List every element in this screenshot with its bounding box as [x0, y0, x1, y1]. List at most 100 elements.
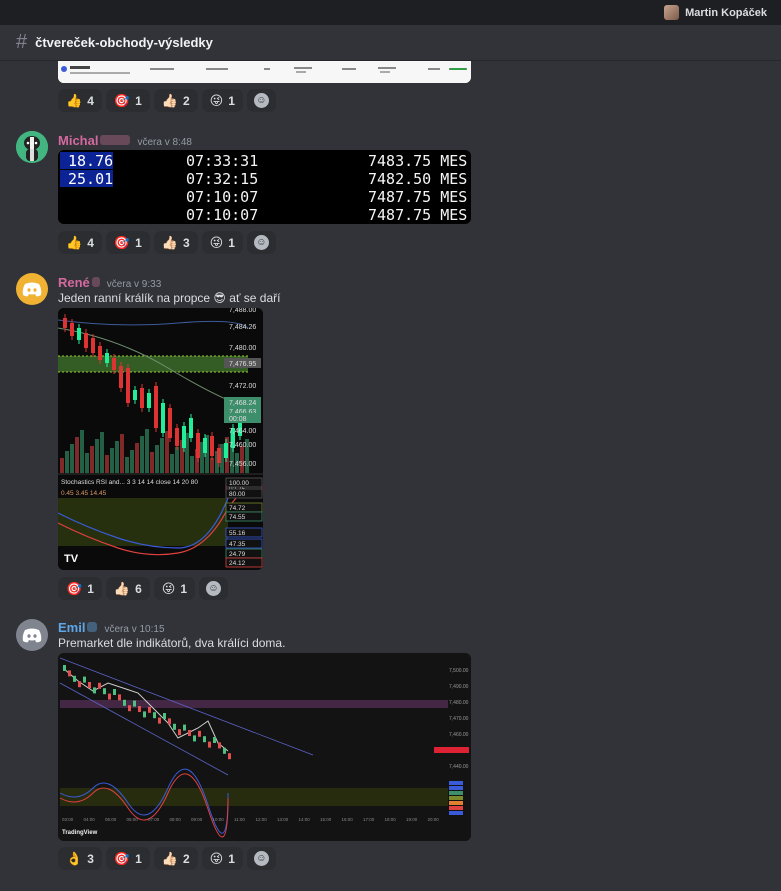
- reaction-target[interactable]: 🎯 1: [105, 231, 150, 254]
- reaction-thumbs-up[interactable]: 👍 4: [58, 231, 102, 254]
- time-tick-label: 18:00: [385, 817, 397, 822]
- candle: [140, 388, 144, 408]
- reaction-target[interactable]: 🎯 1: [105, 89, 150, 112]
- reaction-count: 1: [135, 93, 142, 108]
- candle: [93, 687, 96, 694]
- time-tick-label: 15:00: [320, 817, 332, 822]
- reaction-thumbs-up-light[interactable]: 👍🏻 2: [153, 847, 198, 870]
- channel-header: # čtvereček-obchody-výsledky: [0, 25, 781, 61]
- candle: [103, 688, 106, 695]
- add-reaction-icon: ☺: [206, 581, 221, 596]
- add-reaction-button[interactable]: ☺: [199, 577, 228, 600]
- table-row: 07:10:07 7487.75 MES :: [58, 205, 471, 224]
- message-header: Michal včera v 8:48: [58, 133, 192, 148]
- winking-tongue-icon: 😜: [209, 851, 224, 866]
- volume-bar: [75, 437, 79, 473]
- redacted-name: [100, 135, 131, 145]
- indicator-label: Stochastics RSI and... 3 3 14 14 close 1…: [61, 479, 198, 486]
- time-tick-label: 14:00: [299, 817, 311, 822]
- candle: [168, 718, 171, 725]
- redacted-name: [91, 277, 100, 287]
- top-bar: Martin Kopáček: [0, 0, 781, 25]
- candle: [63, 665, 66, 671]
- reaction-thumbs-up-light[interactable]: 👍🏻 2: [153, 89, 198, 112]
- message-timestamp: včera v 10:15: [104, 624, 165, 635]
- highlight-cell: 18.76: [60, 152, 113, 170]
- badger-avatar-icon: [16, 131, 48, 163]
- add-reaction-icon: ☺: [253, 851, 269, 866]
- reaction-winking-tongue[interactable]: 😜 1: [201, 89, 243, 112]
- indicator-tick-label: 24.12: [229, 560, 246, 567]
- reaction-thumbs-up-light[interactable]: 👍🏻 6: [105, 577, 150, 600]
- reactions-bar: 👌 3 🎯 1 👍🏻 2 😜 1 ☺: [58, 847, 276, 870]
- current-user[interactable]: Martin Kopáček: [664, 4, 767, 21]
- candle: [126, 368, 130, 403]
- candle: [198, 730, 201, 737]
- reaction-target[interactable]: 🎯 1: [58, 577, 102, 600]
- reaction-count: 1: [87, 581, 94, 596]
- attachment-image-partial[interactable]: [58, 61, 471, 83]
- volume-bar: [90, 446, 94, 473]
- candle: [210, 436, 214, 456]
- author-name[interactable]: René: [58, 275, 100, 290]
- attachment-chart-small[interactable]: 7,488.00 7,484.26 7,480.00 7,476.95 7,472.00…: [58, 308, 263, 570]
- time-tick-label: 11:00: [234, 817, 245, 822]
- thumbs-up-light-icon: 👍🏻: [161, 851, 178, 866]
- time-cell: 07:10:07: [186, 206, 259, 224]
- volume-bar: [110, 448, 114, 473]
- price-tick-label: 7,484.26: [229, 324, 256, 331]
- candle: [133, 700, 136, 707]
- candle: [83, 676, 86, 683]
- indicator-label-bg: [449, 811, 463, 815]
- discord-logo-icon: [22, 628, 42, 642]
- add-reaction-button[interactable]: ☺: [246, 847, 276, 870]
- user-avatar[interactable]: [664, 5, 680, 20]
- price-cell: 7487.75 MES :: [368, 188, 471, 206]
- indicator-label-bg: [449, 796, 463, 800]
- avatar-michal[interactable]: [16, 131, 48, 163]
- candle: [108, 693, 111, 700]
- time-tick-label: 09:00: [191, 817, 203, 822]
- message-timestamp: včera v 8:48: [137, 137, 192, 148]
- candle: [218, 742, 221, 749]
- add-reaction-button[interactable]: ☺: [246, 89, 276, 112]
- price-tick-label: 7,468.24: [229, 400, 256, 407]
- reaction-winking-tongue[interactable]: 😜 1: [153, 577, 195, 600]
- indicator-label-bg: [449, 791, 463, 795]
- winking-tongue-icon: 😜: [161, 581, 176, 596]
- volume-bar: [160, 438, 164, 473]
- candle: [88, 682, 91, 688]
- zone-band: [58, 356, 248, 372]
- user-name[interactable]: Martin Kopáček: [685, 7, 767, 19]
- time-cell: 07:33:31: [186, 152, 259, 170]
- candle: [91, 338, 95, 353]
- avatar-rene[interactable]: [16, 273, 48, 305]
- candle: [73, 675, 76, 682]
- candle: [147, 393, 151, 408]
- table-row: 18.76 07:33:31 7483.75 MES :: [58, 151, 471, 170]
- trade-screenshot[interactable]: 18.76 07:33:31 7483.75 MES : 25.01 07:32…: [58, 150, 471, 224]
- time-tick-label: 07:00: [148, 817, 160, 822]
- reaction-thumbs-up[interactable]: 👍 4: [58, 89, 102, 112]
- candle: [113, 689, 116, 695]
- price-cell: 7487.75 MES :: [368, 206, 471, 224]
- price-tick-label: 7,480.00: [229, 345, 256, 352]
- author-name[interactable]: Michal: [58, 133, 131, 148]
- reaction-thumbs-up-light[interactable]: 👍🏻 3: [153, 231, 198, 254]
- price-tick-label: 7,476.95: [229, 361, 256, 368]
- candle: [63, 318, 67, 328]
- reaction-winking-tongue[interactable]: 😜 1: [201, 847, 243, 870]
- avatar-emil[interactable]: [16, 619, 48, 651]
- message-header: René včera v 9:33: [58, 275, 161, 290]
- candle: [183, 724, 186, 731]
- reaction-target[interactable]: 🎯 1: [105, 847, 150, 870]
- attachment-chart-tradingview[interactable]: 7,500.00 7,490.00 7,480.00 7,470.00 7,460.00…: [58, 653, 471, 841]
- reactions-bar: 🎯 1 👍🏻 6 😜 1 ☺: [58, 577, 228, 600]
- author-name[interactable]: Emil: [58, 620, 98, 635]
- price-tick-label: 7,456.00: [229, 461, 256, 468]
- reaction-winking-tongue[interactable]: 😜 1: [201, 231, 243, 254]
- time-cell: 07:32:15: [186, 170, 259, 188]
- add-reaction-button[interactable]: ☺: [246, 231, 276, 254]
- time-tick-label: 03:00: [62, 817, 74, 822]
- reaction-ok-hand[interactable]: 👌 3: [58, 847, 102, 870]
